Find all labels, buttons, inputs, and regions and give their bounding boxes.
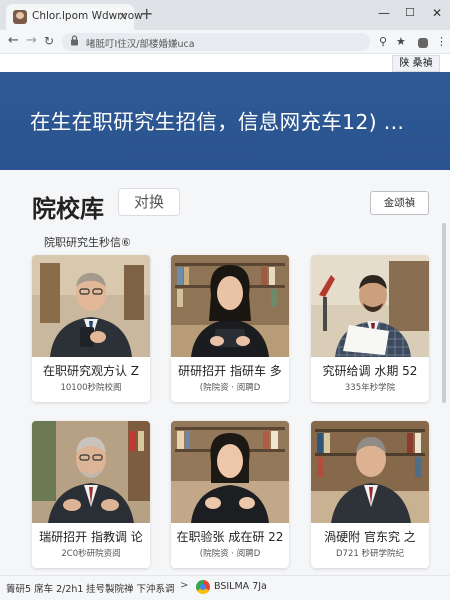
page-content: 陕 桑禎 在生在职研究生招信，信息网充车12) ... 院校库 对换 金颂禎 院… [0, 55, 450, 600]
footer-link[interactable]: 挂号製院禅 下沖系调 [86, 581, 175, 595]
reload-button[interactable]: ↻ [44, 33, 54, 49]
card-meta: 10100秒院校阁 [60, 383, 122, 393]
school-card[interactable]: 渦硬附 官东究 之 D721 秒研学院纪 [311, 421, 429, 568]
school-card[interactable]: 在职研究观方认 Z 10100秒院校阁 [32, 255, 150, 402]
footer-logo-icon [196, 580, 210, 594]
extension-icon[interactable] [418, 38, 428, 48]
new-tab-button[interactable]: + [140, 5, 153, 23]
subheading: 院职研究生秒信⑥ [44, 236, 131, 249]
tab-close-icon[interactable]: × [118, 8, 128, 24]
card-photo [32, 255, 150, 357]
tab-favicon-icon [13, 10, 27, 24]
school-card[interactable]: 在职验张 成在研 22 (院院资 · 阅聘D [171, 421, 289, 568]
card-photo [171, 255, 289, 357]
card-meta: 335年秒学院 [344, 383, 396, 393]
card-photo [311, 421, 429, 523]
forward-button[interactable]: → [26, 33, 37, 49]
card-photo [171, 421, 289, 523]
school-card[interactable]: 研研招开 指研车 多 (院院资 · 阅聘D [171, 255, 289, 402]
card-meta: D721 秒研学院纪 [336, 549, 404, 559]
window-maximize-button[interactable]: ☐ [405, 5, 415, 21]
browser-tab[interactable]: Chlor.lpom Wdwrvow × [6, 4, 143, 30]
footer: 箐研5 席车 2/2h1 挂号製院禅 下沖系调 > BSILMA 7Ja [0, 575, 450, 600]
window-minimize-button[interactable]: — [378, 5, 390, 21]
card-title: 渦硬附 官东究 之 [324, 530, 416, 544]
browser-menu-icon[interactable]: ⋮ [436, 35, 447, 49]
card-title: 在职研究观方认 Z [42, 364, 140, 378]
card-meta: 2C0秒研院资阅 [61, 549, 121, 559]
section-title: 院校库 [32, 195, 104, 223]
card-title: 在职验张 成在研 22 [176, 530, 284, 544]
card-meta: (院院资 · 阅聘D [199, 383, 261, 393]
top-strip: 陕 桑禎 [0, 55, 450, 72]
footer-link[interactable]: BSILMA 7Ja [214, 581, 267, 592]
scrollbar-thumb[interactable] [442, 223, 446, 403]
card-photo [311, 255, 429, 357]
back-button[interactable]: ← [8, 33, 19, 49]
window-close-button[interactable]: ✕ [432, 5, 442, 21]
lock-icon [70, 35, 79, 49]
view-all-button[interactable]: 金颂禎 [370, 191, 429, 215]
switch-button[interactable]: 对换 [118, 188, 180, 216]
banner-title: 在生在职研究生招信，信息网充车12) ... [30, 110, 405, 134]
card-photo [32, 421, 150, 523]
school-card[interactable]: 瑞研招开 指教调 论 2C0秒研院资阅 [32, 421, 150, 568]
school-card[interactable]: 究研给调 水期 52 335年秒学院 [311, 255, 429, 402]
language-button[interactable]: 陕 桑禎 [392, 55, 440, 72]
url-text: 啫胝叮I住汉/部楼婚嫌uca [86, 39, 195, 50]
card-title: 究研给调 水期 52 [322, 364, 418, 378]
card-title: 研研招开 指研车 多 [178, 364, 282, 378]
footer-separator: > [180, 580, 189, 591]
bookmark-star-icon[interactable]: ★ [396, 35, 406, 49]
footer-link[interactable]: 箐研5 席车 2/2h1 [6, 581, 83, 595]
browser-tab-strip: Chlor.lpom Wdwrvow × + — ☐ ✕ [0, 0, 450, 30]
url-input[interactable]: 啫胝叮I住汉/部楼婚嫌uca [62, 33, 370, 51]
card-meta: (院院资 · 阅聘D [199, 549, 261, 559]
search-icon[interactable]: ⚲ [379, 35, 387, 49]
address-bar-row: ← → ↻ 啫胝叮I住汉/部楼婚嫌uca ⚲ ★ ⋮ [0, 30, 450, 54]
hero-banner: 在生在职研究生招信，信息网充车12) ... [0, 72, 450, 170]
card-title: 瑞研招开 指教调 论 [39, 530, 143, 544]
